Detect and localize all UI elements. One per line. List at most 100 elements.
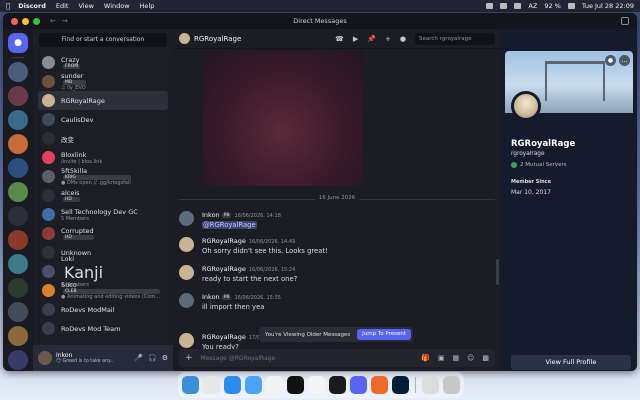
avatar[interactable] (179, 333, 194, 348)
dm-item[interactable]: sunder MD ♫ lly_EVO (38, 72, 168, 91)
battery-percent[interactable]: 92 % (544, 2, 561, 10)
dm-item[interactable]: Bloxlink/invite | blox.link (38, 148, 168, 167)
dm-item[interactable]: Loki Kanji 3 Members (38, 255, 168, 288)
add-friends-icon[interactable]: + (385, 35, 391, 43)
roblox-icon[interactable] (329, 376, 347, 394)
finder-icon[interactable] (182, 376, 200, 394)
server-icon[interactable] (8, 326, 28, 346)
notes-icon[interactable] (308, 376, 326, 394)
microphone-icon[interactable]: 🎤 (134, 354, 143, 362)
view-full-profile-button[interactable]: View Full Profile (511, 355, 631, 370)
avatar[interactable] (179, 237, 194, 252)
chatgpt-icon[interactable] (287, 376, 305, 394)
user-profile-icon[interactable]: ● (400, 35, 406, 43)
dm-item[interactable]: RoDevs ModMail (38, 300, 168, 319)
add-friend-icon[interactable]: ● (605, 55, 616, 66)
menu-edit[interactable]: Edit (56, 2, 69, 10)
apps-icon[interactable]: ▩ (482, 354, 489, 362)
video-call-icon[interactable]: ▶ (353, 35, 358, 43)
document-icon[interactable] (421, 376, 439, 394)
server-icon[interactable] (8, 254, 28, 274)
server-icon[interactable] (8, 110, 28, 130)
message[interactable]: RGRoyalRage 16/06/2026, 14:49 Oh sorry did… (179, 237, 479, 255)
message-author[interactable]: RGRoyalRage (202, 237, 246, 245)
safari-icon[interactable] (224, 376, 242, 394)
discord-icon[interactable] (350, 376, 368, 394)
find-conversation-button[interactable]: Find or start a conversation (39, 33, 167, 47)
discord-home-icon[interactable]: ● (8, 33, 28, 53)
dm-item[interactable]: Corrupted HD (38, 224, 168, 243)
avatar[interactable] (179, 293, 194, 308)
close-window-button[interactable] (11, 17, 18, 25)
photoshop-icon[interactable] (392, 376, 410, 394)
wifi-icon[interactable] (567, 3, 575, 9)
message[interactable]: Inkon PB 16/06/2026, 15:35 ill import then … (179, 293, 479, 311)
gift-icon[interactable]: 🎁 (421, 354, 430, 362)
dm-item[interactable]: 5ft5killa KRIG ● DMs open // .gg/kriegsfal… (38, 167, 168, 186)
pinned-messages-icon[interactable]: 📌 (367, 35, 376, 43)
input-source[interactable]: AZ (528, 2, 537, 10)
user-info[interactable]: Inkon 😶 Greed is to take any... (56, 352, 114, 364)
status-app-icon[interactable] (500, 3, 508, 9)
server-icon[interactable] (8, 134, 28, 154)
message[interactable]: Inkon PB 16/06/2026, 14:18 @RGRoyalRage (179, 211, 479, 229)
avatar[interactable] (179, 211, 194, 226)
dm-item[interactable]: alceis HD (38, 186, 168, 205)
message-input[interactable]: Message @RGRoyalRage (201, 355, 276, 362)
search-input[interactable]: Search rgroyalrage (415, 32, 495, 45)
dm-item[interactable]: CaulisDev (38, 110, 168, 129)
chat-header-name[interactable]: RGRoyalRage (194, 35, 241, 43)
headphones-icon[interactable]: 🎧 (148, 354, 157, 362)
avatar[interactable] (38, 351, 52, 365)
menu-help[interactable]: Help (140, 2, 155, 10)
server-icon[interactable] (8, 278, 28, 298)
add-attachment-icon[interactable]: + (185, 353, 193, 363)
back-arrow-icon[interactable]: ← (50, 17, 56, 25)
dm-item[interactable]: Suco CLEB ● Animating and editing videos (… (38, 281, 168, 300)
user-mention[interactable]: @RGRoyalRage (202, 221, 257, 229)
message-composer[interactable]: + Message @RGRoyalRage 🎁 ▣ ▦ ☺ ▩ (179, 349, 495, 367)
dm-item[interactable]: 改变 (38, 129, 168, 148)
settings-gear-icon[interactable]: ⚙ (162, 354, 168, 362)
server-icon[interactable] (8, 62, 28, 82)
minimize-window-button[interactable] (22, 17, 29, 25)
message-author[interactable]: RGRoyalRage (202, 333, 246, 341)
trash-icon[interactable] (442, 376, 460, 394)
menu-app[interactable]: Discord (18, 2, 46, 10)
server-icon[interactable] (8, 182, 28, 202)
emoji-icon[interactable]: ☺ (467, 354, 474, 362)
message-author[interactable]: Inkon (202, 293, 220, 301)
chat-scrollbar[interactable] (496, 259, 499, 285)
mail-icon[interactable] (245, 376, 263, 394)
launchpad-icon[interactable] (203, 376, 221, 394)
jump-to-present-button[interactable]: Jump To Present (357, 329, 411, 340)
message-author[interactable]: RGRoyalRage (202, 265, 246, 273)
server-icon[interactable] (8, 158, 28, 178)
menu-view[interactable]: View (78, 2, 93, 10)
zoom-window-button[interactable] (33, 17, 40, 25)
server-icon[interactable] (8, 302, 28, 322)
menubar-clock[interactable]: Tue Jul 28 22:09 (582, 2, 634, 10)
mutual-servers[interactable]: 2 Mutual Servers (511, 162, 567, 168)
server-icon[interactable] (8, 86, 28, 106)
voice-call-icon[interactable]: ☎ (335, 35, 344, 43)
more-options-icon[interactable]: … (619, 55, 630, 66)
avatar[interactable] (511, 91, 541, 121)
sticker-icon[interactable]: ▦ (452, 354, 459, 362)
dm-item[interactable]: RoDevs Mod Team (38, 319, 168, 338)
status-app-icon[interactable] (514, 3, 522, 9)
media-attachment[interactable] (203, 51, 363, 186)
menu-window[interactable]: Window (104, 2, 130, 10)
server-icon[interactable] (8, 230, 28, 250)
server-icon[interactable] (8, 350, 28, 370)
avatar[interactable] (179, 265, 194, 280)
photos-icon[interactable] (266, 376, 284, 394)
spark-icon[interactable] (371, 376, 389, 394)
gif-icon[interactable]: ▣ (438, 354, 445, 362)
server-icon[interactable] (8, 206, 28, 226)
inbox-icon[interactable] (621, 17, 629, 25)
dm-item[interactable]: RGRoyalRage (38, 91, 168, 110)
dm-item[interactable]: Sell Technology Dev GC 5 Members (38, 205, 168, 224)
forward-arrow-icon[interactable]: → (62, 17, 68, 25)
apple-icon[interactable]:  (6, 2, 10, 10)
